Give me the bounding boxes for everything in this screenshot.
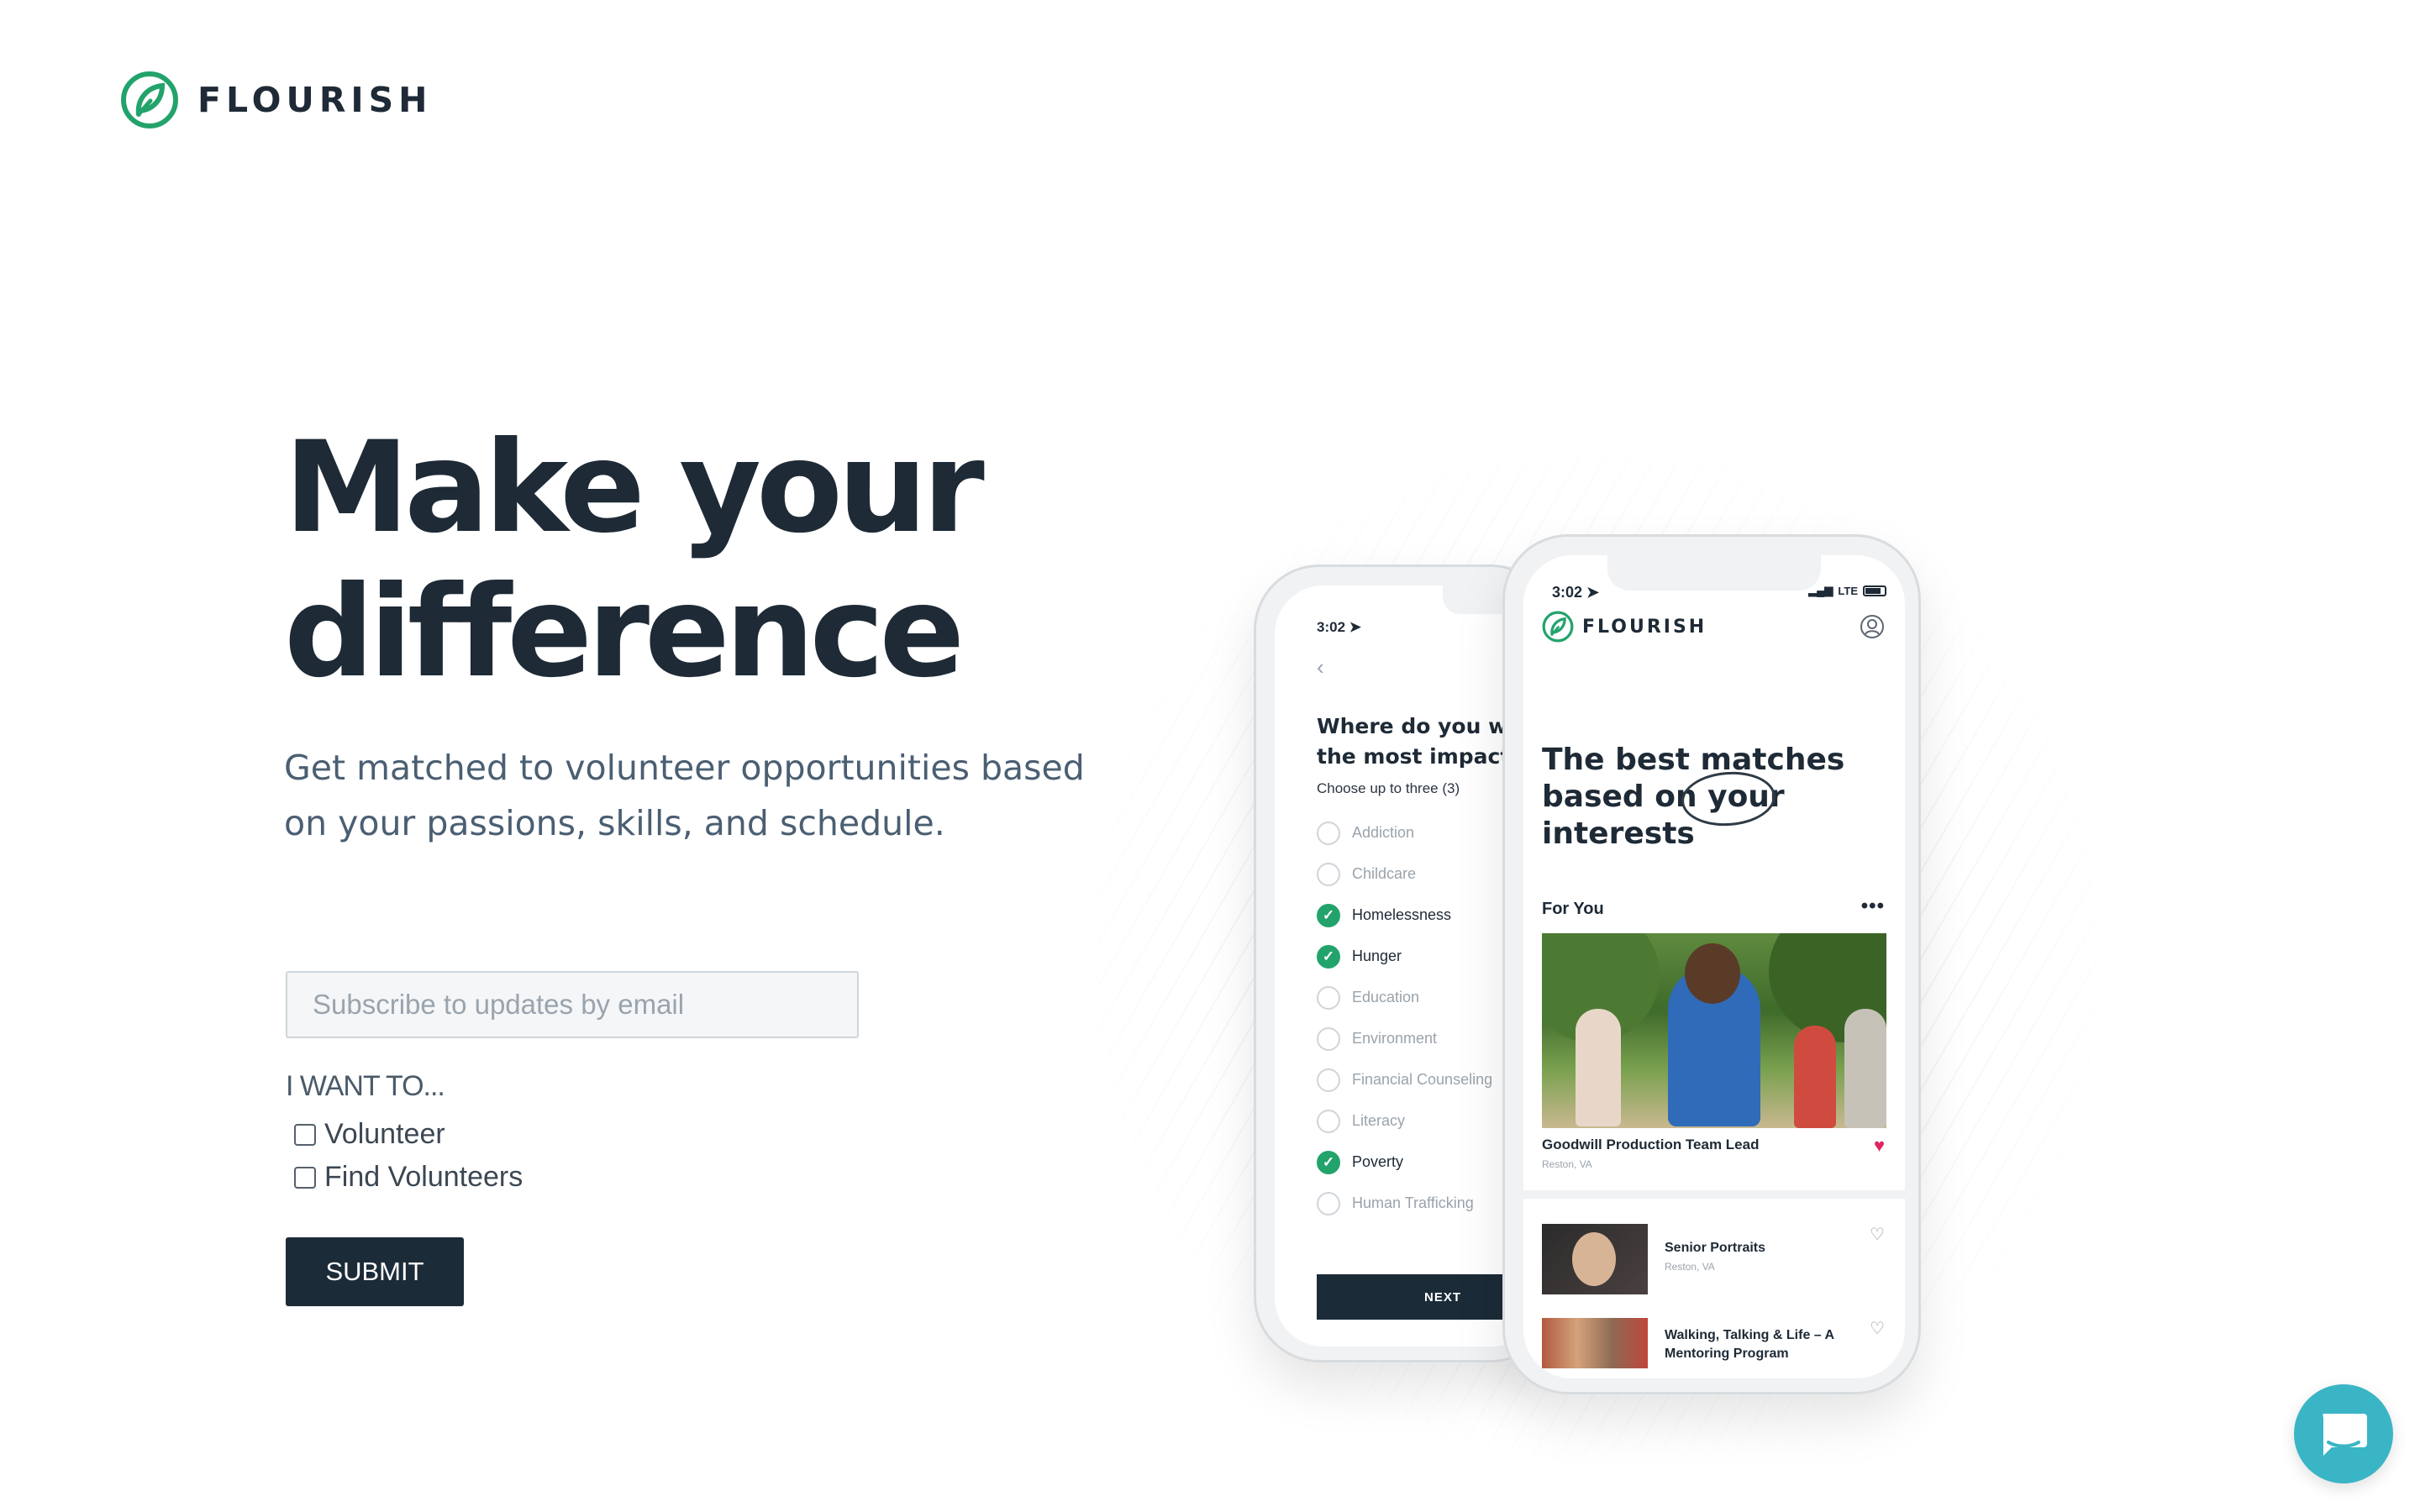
check-icon: ✓: [1317, 944, 1340, 969]
want-to-label: I WANT TO...: [286, 1070, 445, 1102]
check-icon: ✓: [1317, 1150, 1340, 1174]
radio-icon: [1317, 862, 1340, 886]
list-item-title: Senior Portraits: [1665, 1241, 1766, 1255]
brand-logo[interactable]: FLOURISH: [120, 71, 433, 129]
find-volunteers-checkbox[interactable]: [294, 1166, 316, 1189]
list-thumbnail: [1542, 1224, 1648, 1294]
flourish-leaf-icon: [121, 71, 178, 129]
interest-item: Literacy: [1317, 1100, 1492, 1142]
more-dots-icon: •••: [1860, 895, 1885, 917]
signal-icon: ▂▄▆: [1808, 584, 1833, 596]
interest-item: Education: [1317, 977, 1492, 1018]
list-item-title: Walking, Talking & Life – A Mentoring Pr…: [1665, 1328, 1834, 1361]
volunteer-option[interactable]: Volunteer: [286, 1118, 874, 1151]
hero: Make your difference Get matched to volu…: [284, 416, 1124, 851]
radio-icon: [1317, 1026, 1340, 1051]
radio-icon: [1317, 1191, 1340, 1215]
status-time: 3:02 ➤: [1317, 619, 1361, 635]
phone-mockup-matches: 3:02 ➤ ▂▄▆ LTE FLOURISH The best matches…: [1502, 534, 1921, 1394]
phone-screen: 3:02 ➤ ‹ Where do you want to make the m…: [1275, 585, 1540, 1347]
interest-item: ✓ Poverty: [1317, 1142, 1492, 1183]
interest-item: Financial Counseling: [1317, 1059, 1492, 1100]
interest-item: Childcare: [1317, 853, 1492, 895]
divider: [1523, 1190, 1905, 1199]
volunteer-checkbox[interactable]: [294, 1123, 316, 1146]
interest-item: ✓ Hunger: [1317, 936, 1492, 977]
radio-icon: [1317, 985, 1340, 1010]
interest-list: Addiction Childcare ✓ Homelessness ✓ Hunge…: [1317, 812, 1492, 1224]
app-brand-name: FLOURISH: [1582, 616, 1707, 638]
list-item-location: Reston, VA: [1665, 1261, 1715, 1273]
status-bar: ▂▄▆ LTE: [1808, 584, 1886, 597]
list-item: Walking, Talking & Life – A Mentoring Pr…: [1542, 1318, 1886, 1377]
radio-icon: [1317, 1109, 1340, 1133]
hero-subtitle: Get matched to volunteer opportunities b…: [284, 748, 1085, 843]
list-thumbnail: [1542, 1318, 1648, 1368]
interest-item: Human Trafficking: [1317, 1183, 1492, 1224]
flourish-leaf-icon: [1542, 611, 1574, 643]
check-icon: ✓: [1317, 903, 1340, 927]
phone-notch: [1607, 555, 1821, 591]
featured-location: Reston, VA: [1542, 1158, 1592, 1170]
app-logo: FLOURISH: [1542, 611, 1707, 643]
find-volunteers-label: Find Volunteers: [324, 1161, 523, 1193]
status-time: 3:02 ➤: [1552, 584, 1600, 601]
featured-photo: [1542, 933, 1886, 1128]
heart-outline-icon: ♡: [1870, 1320, 1885, 1338]
find-volunteers-option[interactable]: Find Volunteers: [286, 1161, 874, 1194]
brand-name: FLOURISH: [197, 80, 433, 120]
list-item: Senior Portraits Reston, VA ♡: [1542, 1224, 1886, 1299]
battery-icon: [1863, 585, 1886, 596]
heart-filled-icon: ♥: [1873, 1135, 1885, 1156]
user-profile-icon: [1860, 615, 1884, 638]
hero-title-line1: Make your: [284, 415, 985, 561]
submit-button[interactable]: SUBMIT: [286, 1237, 464, 1306]
heart-outline-icon: ♡: [1870, 1226, 1885, 1244]
interest-item: Environment: [1317, 1018, 1492, 1059]
volunteer-label: Volunteer: [324, 1118, 445, 1150]
hero-title-line2: difference: [284, 559, 965, 706]
interest-hint: Choose up to three (3): [1317, 780, 1460, 796]
network-label: LTE: [1838, 584, 1858, 597]
email-input[interactable]: [286, 971, 859, 1038]
subscribe-form: I WANT TO... Volunteer Find Volunteers S…: [286, 971, 874, 1306]
interest-item: Addiction: [1317, 812, 1492, 853]
hero-title: Make your difference: [284, 416, 1124, 705]
for-you-heading: For You: [1542, 900, 1604, 918]
interest-item: ✓ Homelessness: [1317, 895, 1492, 936]
chat-bubble-icon: [2323, 1414, 2367, 1456]
chat-launcher-button[interactable]: [2294, 1384, 2393, 1483]
radio-icon: [1317, 1068, 1340, 1092]
featured-title: Goodwill Production Team Lead: [1542, 1137, 1760, 1152]
back-chevron-icon: ‹: [1317, 654, 1324, 680]
radio-icon: [1317, 821, 1340, 845]
phone-screen: 3:02 ➤ ▂▄▆ LTE FLOURISH The best matches…: [1523, 555, 1905, 1378]
